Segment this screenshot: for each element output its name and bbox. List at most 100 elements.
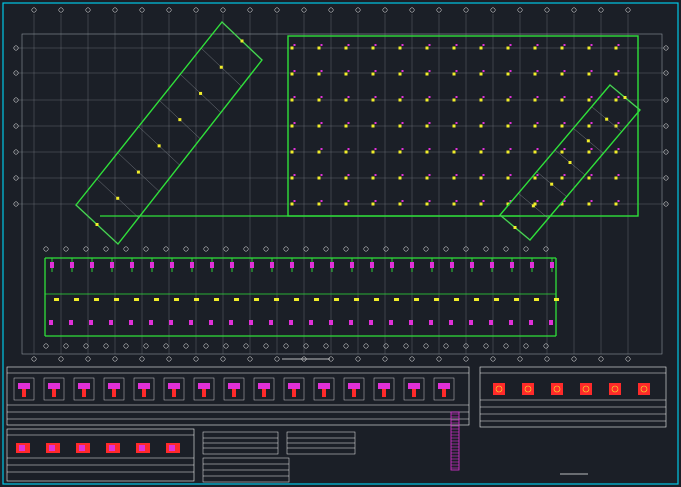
column-tag xyxy=(509,44,512,46)
wall-section-table xyxy=(6,428,195,482)
column-tag xyxy=(401,148,404,150)
lower-axis-bubble-top xyxy=(43,246,49,252)
column-marker xyxy=(533,176,537,180)
column-marker xyxy=(290,176,294,180)
column-marker xyxy=(587,176,591,180)
column-tag xyxy=(617,148,620,150)
lower-block-pier xyxy=(390,262,394,268)
pier-section-fill xyxy=(638,383,650,395)
axis-bubble-top xyxy=(274,7,280,13)
column-tag xyxy=(590,174,593,176)
column-tag xyxy=(374,200,377,202)
column-marker xyxy=(344,202,348,206)
column-tag xyxy=(401,96,404,98)
left-wing-column xyxy=(219,65,223,69)
lower-block-pier xyxy=(410,262,414,268)
column-tag xyxy=(617,200,620,202)
wall-section-core xyxy=(139,445,145,451)
lower-block-column xyxy=(174,298,179,301)
column-marker xyxy=(587,46,591,50)
column-marker xyxy=(452,46,456,50)
column-marker xyxy=(398,176,402,180)
column-section-core xyxy=(292,389,296,397)
lower-block-column xyxy=(294,298,299,301)
axis-bubble-bottom xyxy=(598,356,604,362)
lower-block-pier xyxy=(430,262,434,268)
right-wing-column xyxy=(605,117,609,121)
column-tag xyxy=(590,200,593,202)
column-marker xyxy=(344,124,348,128)
column-marker xyxy=(587,124,591,128)
column-tag xyxy=(536,44,539,46)
axis-bubble-bottom xyxy=(436,356,442,362)
column-tag xyxy=(617,44,620,46)
lower-block-pier xyxy=(529,320,533,325)
wall-section-core xyxy=(79,445,85,451)
lower-axis-bubble-top xyxy=(503,246,509,252)
lower-block-pier xyxy=(329,320,333,325)
column-tag xyxy=(536,174,539,176)
lower-block-pier xyxy=(450,262,454,268)
column-marker xyxy=(398,150,402,154)
lower-block-pier xyxy=(509,320,513,325)
column-marker xyxy=(317,124,321,128)
column-tag xyxy=(401,70,404,72)
lower-block-pier xyxy=(369,320,373,325)
column-marker xyxy=(587,98,591,102)
lower-block-pier xyxy=(309,320,313,325)
axis-bubble-top xyxy=(544,7,550,13)
column-tag xyxy=(293,148,296,150)
column-section-fill xyxy=(138,383,150,389)
column-section-fill xyxy=(408,383,420,389)
lower-axis-bubble-top xyxy=(543,246,549,252)
lower-axis-bubble-bottom xyxy=(523,343,529,349)
lower-block-pier xyxy=(470,262,474,268)
column-section-fill xyxy=(198,383,210,389)
lower-axis-bubble-bottom xyxy=(263,343,269,349)
lower-axis-bubble-bottom xyxy=(423,343,429,349)
column-section-fill xyxy=(48,383,60,389)
right-wing-column xyxy=(586,139,590,143)
column-marker xyxy=(533,150,537,154)
column-section-fill xyxy=(318,383,330,389)
column-tag xyxy=(293,96,296,98)
column-marker xyxy=(452,124,456,128)
column-marker xyxy=(344,176,348,180)
lower-axis-bubble-top xyxy=(363,246,369,252)
column-section-core xyxy=(322,389,326,397)
column-tag xyxy=(347,200,350,202)
column-tag xyxy=(374,148,377,150)
left-wing-column xyxy=(116,196,120,200)
column-marker xyxy=(371,98,375,102)
axis-bubble-top xyxy=(625,7,631,13)
column-marker xyxy=(398,46,402,50)
axis-bubble-top xyxy=(328,7,334,13)
column-marker xyxy=(614,176,618,180)
axis-bubble-bottom xyxy=(85,356,91,362)
lower-block-pier xyxy=(289,320,293,325)
lower-block-column xyxy=(354,298,359,301)
lower-block-column xyxy=(494,298,499,301)
column-marker xyxy=(344,98,348,102)
column-marker xyxy=(479,176,483,180)
lower-block-column xyxy=(274,298,279,301)
lower-axis-bubble-top xyxy=(483,246,489,252)
column-tag xyxy=(320,174,323,176)
column-tag xyxy=(563,44,566,46)
column-marker xyxy=(425,46,429,50)
column-tag xyxy=(617,70,620,72)
lower-axis-bubble-top xyxy=(403,246,409,252)
column-marker xyxy=(560,124,564,128)
small-table-b xyxy=(286,431,356,455)
lower-axis-bubble-bottom xyxy=(123,343,129,349)
lower-block-pier xyxy=(209,320,213,325)
lower-block-column xyxy=(94,298,99,301)
lower-block-pier xyxy=(190,262,194,268)
cad-drawing-canvas xyxy=(0,0,681,487)
column-marker xyxy=(560,150,564,154)
column-section-core xyxy=(82,389,86,397)
lower-block-pier xyxy=(130,262,134,268)
lower-block-pier xyxy=(330,262,334,268)
column-tag xyxy=(374,96,377,98)
axis-bubble-top xyxy=(490,7,496,13)
